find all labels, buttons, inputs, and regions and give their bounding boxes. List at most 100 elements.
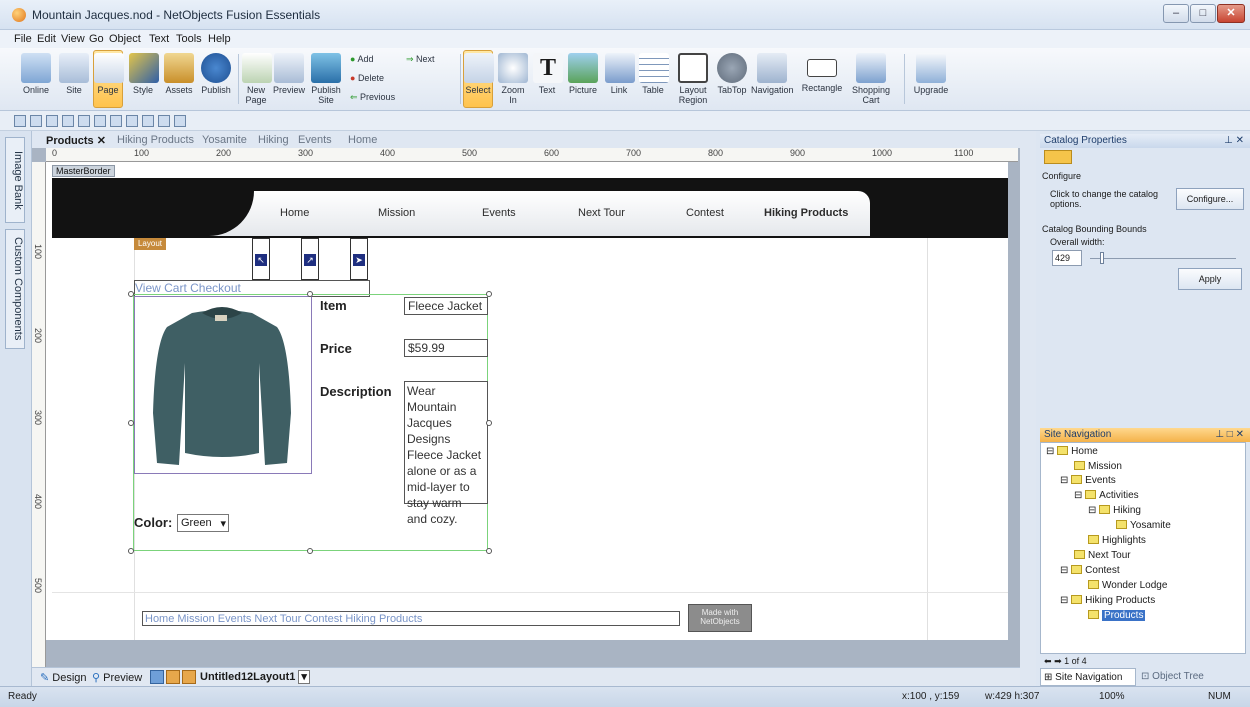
- selection-handle[interactable]: [486, 291, 492, 297]
- online-button[interactable]: Online: [18, 50, 54, 108]
- layout-icon[interactable]: [182, 670, 196, 684]
- tab-home[interactable]: Home: [348, 134, 377, 146]
- publish-button[interactable]: Publish: [198, 50, 234, 108]
- table-tool[interactable]: Table: [638, 50, 669, 108]
- cart-icon[interactable]: [1044, 150, 1072, 164]
- tree-node[interactable]: ⊟ Events: [1060, 475, 1116, 486]
- price-value[interactable]: $59.99: [404, 339, 488, 357]
- tree-node[interactable]: Next Tour: [1074, 550, 1131, 561]
- toolbar-icon[interactable]: [46, 115, 58, 127]
- configure-button[interactable]: Configure...: [1176, 188, 1244, 210]
- width-slider[interactable]: [1090, 258, 1236, 259]
- menu-edit[interactable]: Edit: [37, 33, 56, 45]
- nav-link-events[interactable]: Events: [482, 207, 516, 219]
- tab-events[interactable]: Events: [298, 134, 332, 146]
- publish-site-button[interactable]: Publish Site: [308, 50, 344, 108]
- tree-node[interactable]: Wonder Lodge: [1088, 580, 1167, 591]
- pin-close-icon[interactable]: ⊥ □ ✕: [1215, 429, 1244, 440]
- maximize-button[interactable]: □: [1190, 4, 1216, 23]
- toolbar-icon[interactable]: [142, 115, 154, 127]
- menu-file[interactable]: File: [14, 33, 32, 45]
- menu-view[interactable]: View: [61, 33, 85, 45]
- menu-go[interactable]: Go: [89, 33, 104, 45]
- pin-close-icon[interactable]: ⊥ ✕: [1224, 135, 1244, 146]
- toolbar-icon[interactable]: [174, 115, 186, 127]
- toolbar-icon[interactable]: [78, 115, 90, 127]
- select-tool[interactable]: Select: [463, 50, 494, 108]
- toolbar-icon[interactable]: [110, 115, 122, 127]
- overall-width-input[interactable]: 429: [1052, 250, 1082, 266]
- item-value[interactable]: Fleece Jacket: [404, 297, 488, 315]
- toolbar-icon[interactable]: [30, 115, 42, 127]
- tab-hiking[interactable]: Hiking: [258, 134, 289, 146]
- tabtop-tool[interactable]: TabTop: [716, 50, 748, 108]
- selection-handle[interactable]: [307, 291, 313, 297]
- new-page-button[interactable]: New Page: [241, 50, 272, 108]
- tab-hiking-products[interactable]: Hiking Products: [117, 134, 194, 146]
- tab-products[interactable]: Products ✕: [46, 134, 106, 147]
- layout-region-tool[interactable]: Layout Region: [672, 50, 714, 108]
- nav-link-next-tour[interactable]: Next Tour: [578, 207, 625, 219]
- picture-tool[interactable]: Picture: [566, 50, 600, 108]
- tree-node[interactable]: Mission: [1074, 461, 1122, 472]
- nav-link-mission[interactable]: Mission: [378, 207, 415, 219]
- design-view-button[interactable]: ✎ Design: [40, 671, 87, 684]
- layout-icon[interactable]: [150, 670, 164, 684]
- product-image[interactable]: [134, 296, 312, 474]
- tree-node[interactable]: ⊟ Contest: [1060, 565, 1120, 576]
- tree-node[interactable]: Yosamite: [1116, 520, 1171, 531]
- selection-handle[interactable]: [307, 548, 313, 554]
- text-tool[interactable]: T Text: [532, 50, 563, 108]
- toolbar-icon[interactable]: [94, 115, 106, 127]
- layout-icon[interactable]: [166, 670, 180, 684]
- nav-link-home[interactable]: Home: [280, 207, 309, 219]
- shopping-cart-tool[interactable]: Shopping Cart: [849, 50, 893, 108]
- footer-links[interactable]: Home Mission Events Next Tour Contest Hi…: [142, 611, 680, 626]
- tree-node[interactable]: ⊟ Home: [1046, 446, 1098, 457]
- tree-node[interactable]: ⊟ Hiking Products: [1060, 595, 1155, 606]
- tree-node[interactable]: ⊟ Activities: [1074, 490, 1139, 501]
- preview-view-button[interactable]: ⚲ Preview: [92, 671, 142, 684]
- custom-components-tab[interactable]: Custom Components: [5, 229, 25, 349]
- cart-nav-button[interactable]: ↗: [301, 238, 319, 280]
- slider-thumb[interactable]: [1100, 252, 1104, 264]
- rectangle-tool[interactable]: Rectangle: [797, 50, 847, 108]
- cart-nav-button[interactable]: ➤: [350, 238, 368, 280]
- nav-link-hiking-products[interactable]: Hiking Products: [764, 207, 848, 219]
- menu-text[interactable]: Text: [149, 33, 169, 45]
- cart-nav-button[interactable]: ↖: [252, 238, 270, 280]
- navigation-tool[interactable]: Navigation: [750, 50, 794, 108]
- menu-object[interactable]: Object: [109, 33, 141, 45]
- tree-node[interactable]: Highlights: [1088, 535, 1146, 546]
- tab-yosamite[interactable]: Yosamite: [202, 134, 247, 146]
- close-button[interactable]: ✕: [1217, 4, 1245, 23]
- tree-node[interactable]: ⊟ Hiking: [1088, 505, 1141, 516]
- style-button[interactable]: Style: [128, 50, 159, 108]
- menu-tools[interactable]: Tools: [176, 33, 202, 45]
- tree-pager[interactable]: ⬅ ➡ 1 of 4: [1044, 656, 1087, 667]
- menu-help[interactable]: Help: [208, 33, 231, 45]
- netobjects-badge[interactable]: Made with NetObjects: [688, 604, 752, 632]
- selection-handle[interactable]: [486, 420, 492, 426]
- object-tree-tab[interactable]: ⊡ Object Tree: [1138, 668, 1246, 686]
- zoom-in-tool[interactable]: Zoom In: [497, 50, 529, 108]
- upgrade-button[interactable]: Upgrade: [910, 50, 952, 108]
- nav-link-contest[interactable]: Contest: [686, 207, 724, 219]
- selection-handle[interactable]: [486, 548, 492, 554]
- add-button[interactable]: ● Add: [350, 54, 373, 64]
- close-icon[interactable]: ✕: [97, 135, 106, 147]
- next-button[interactable]: ⇒ Next: [406, 54, 435, 65]
- preview-button[interactable]: Preview: [272, 50, 306, 108]
- toolbar-icon[interactable]: [14, 115, 26, 127]
- site-navigation-tab[interactable]: ⊞ Site Navigation: [1040, 668, 1136, 686]
- selection-handle[interactable]: [128, 291, 134, 297]
- color-select[interactable]: Green ▾: [177, 514, 229, 532]
- toolbar-icon[interactable]: [62, 115, 74, 127]
- description-value[interactable]: Wear Mountain Jacques Designs Fleece Jac…: [404, 381, 488, 526]
- selection-handle[interactable]: [128, 420, 134, 426]
- previous-button[interactable]: ⇐ Previous: [350, 92, 395, 103]
- tree-node-selected[interactable]: Products: [1088, 610, 1146, 621]
- toolbar-icon[interactable]: [158, 115, 170, 127]
- arrow-left-icon[interactable]: ⬅: [1044, 656, 1052, 666]
- apply-button[interactable]: Apply: [1178, 268, 1242, 290]
